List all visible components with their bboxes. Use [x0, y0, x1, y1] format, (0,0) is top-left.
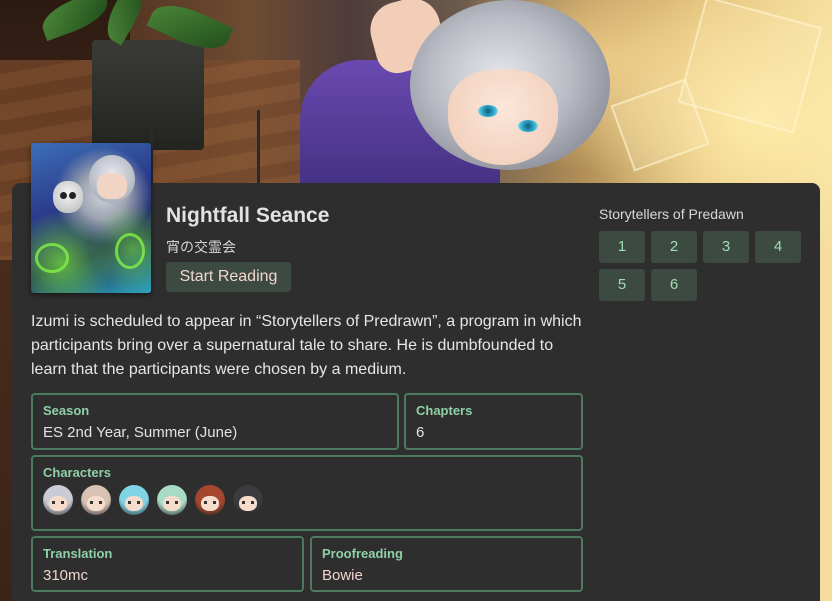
eye-icon — [478, 105, 498, 117]
proofreading-box: Proofreading Bowie — [310, 536, 583, 592]
ghost-flame-icon — [35, 243, 69, 273]
story-cover-image — [31, 143, 151, 293]
dark-hair-avatar-icon[interactable] — [233, 485, 263, 515]
mint-hair-avatar-icon[interactable] — [157, 485, 187, 515]
characters-label: Characters — [43, 465, 111, 480]
translation-label: Translation — [43, 546, 113, 561]
chapters-label: Chapters — [416, 403, 473, 418]
characters-box: Characters — [31, 455, 583, 531]
story-description: Izumi is scheduled to appear in “Storyte… — [31, 313, 582, 378]
avatar-eyes — [52, 501, 64, 504]
chapters-box: Chapters 6 — [404, 393, 583, 450]
ghost-flame-icon — [115, 233, 145, 269]
translation-value: 310mc — [43, 567, 89, 584]
skull-icon — [53, 181, 83, 213]
proofreading-value: Bowie — [322, 567, 363, 584]
character-avatar-list — [43, 485, 263, 515]
story-subtitle-japanese: 宵の交霊会 — [166, 240, 236, 256]
chapter-button-1[interactable]: 1 — [599, 231, 645, 263]
avatar-eyes — [166, 501, 178, 504]
chapter-button-5[interactable]: 5 — [599, 269, 645, 301]
chapter-button-2[interactable]: 2 — [651, 231, 697, 263]
eye-icon — [518, 120, 538, 132]
avatar-eyes — [90, 501, 102, 504]
beige-hair-avatar-icon[interactable] — [81, 485, 111, 515]
season-box: Season ES 2nd Year, Summer (June) — [31, 393, 399, 450]
proofreading-label: Proofreading — [322, 546, 403, 561]
glass-shard-icon — [677, 0, 823, 134]
character-face — [448, 70, 558, 165]
silver-hair-avatar-icon[interactable] — [43, 485, 73, 515]
season-label: Season — [43, 403, 90, 418]
chapter-button-3[interactable]: 3 — [703, 231, 749, 263]
cyan-hair-avatar-icon[interactable] — [119, 485, 149, 515]
start-reading-button[interactable]: Start Reading — [166, 262, 291, 292]
avatar-eyes — [204, 501, 216, 504]
auburn-hair-avatar-icon[interactable] — [195, 485, 225, 515]
avatar-eyes — [242, 501, 254, 504]
story-title: Nightfall Seance — [166, 204, 330, 227]
chapter-button-4[interactable]: 4 — [755, 231, 801, 263]
season-value: ES 2nd Year, Summer (June) — [43, 424, 238, 441]
chapters-value: 6 — [416, 424, 425, 441]
cover-character-face — [97, 173, 127, 199]
arc-title: Storytellers of Predawn — [599, 206, 744, 222]
chapter-button-6[interactable]: 6 — [651, 269, 697, 301]
chapter-button-grid: 1234 56 — [599, 231, 801, 301]
translation-box: Translation 310mc — [31, 536, 304, 592]
avatar-eyes — [128, 501, 140, 504]
